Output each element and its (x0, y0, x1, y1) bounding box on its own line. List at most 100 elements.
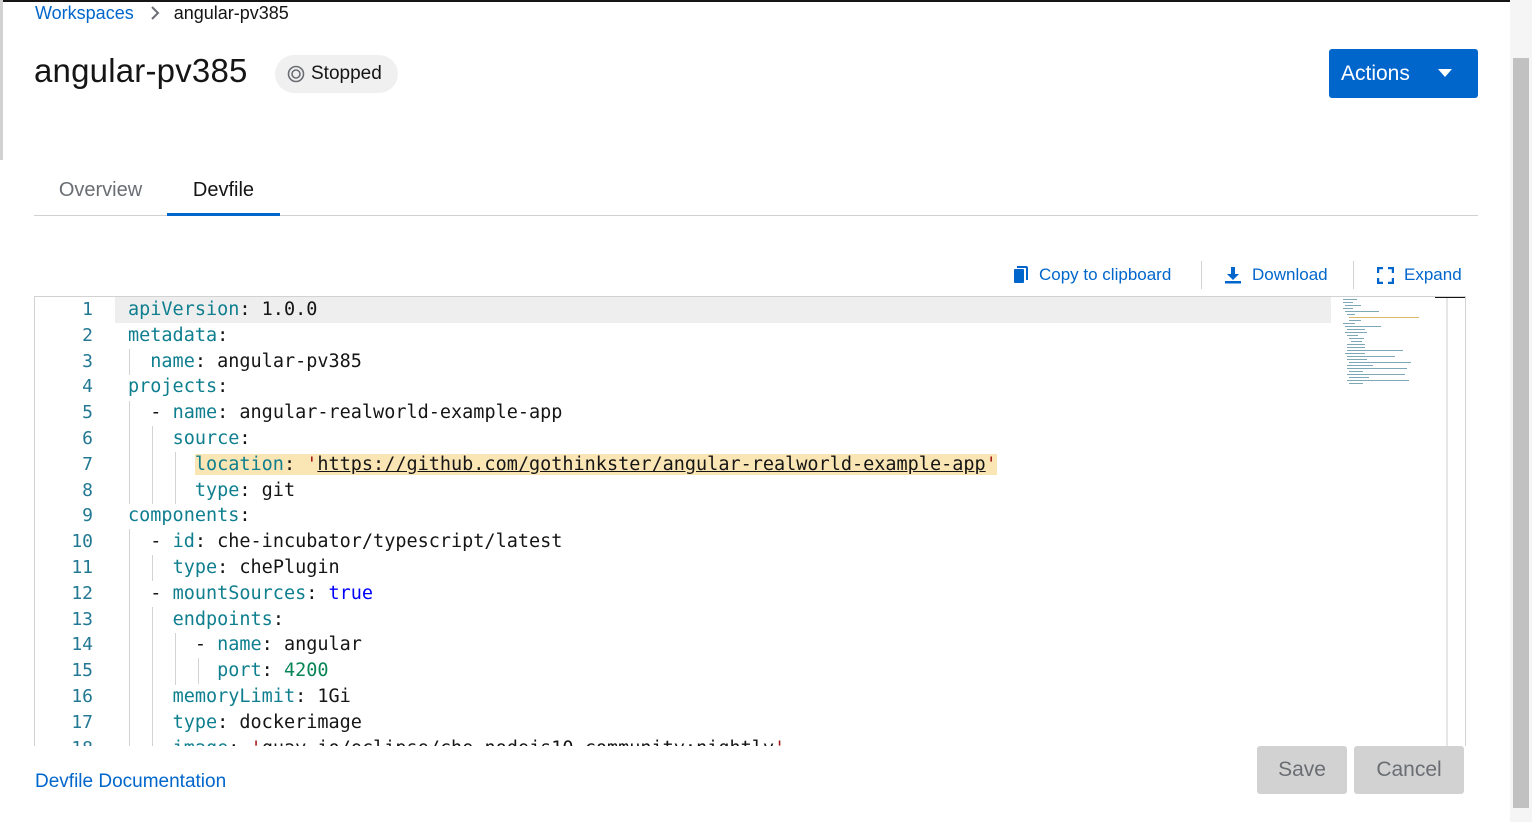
line-number: 9 (82, 505, 93, 527)
stopped-status-icon (287, 65, 305, 83)
toolbar-divider (1353, 261, 1354, 289)
line-number: 10 (71, 531, 93, 553)
code-line: - name: angular (128, 634, 362, 656)
expand-icon (1377, 266, 1394, 284)
tab-overview[interactable]: Overview (34, 165, 167, 215)
line-number: 11 (71, 557, 93, 578)
code-line: source: (172, 428, 251, 449)
yaml-number: 4200 (283, 660, 329, 682)
yaml-value: 1Gi (317, 686, 351, 707)
code-line: name: angular-pv385 (150, 350, 362, 372)
code-line: location: 'https://github.com/gothinkste… (128, 452, 997, 478)
code-line: type: git (194, 479, 296, 501)
yaml-value: git (261, 479, 296, 501)
yaml-key: image (173, 738, 229, 746)
copy-label: Copy to clipboard (1039, 265, 1172, 284)
window-left-edge (0, 0, 3, 160)
expand-button[interactable]: Expand (1377, 262, 1462, 288)
caret-down-icon (1438, 69, 1452, 77)
yaml-key: endpoints (172, 608, 273, 630)
cancel-button[interactable]: Cancel (1354, 746, 1464, 794)
yaml-key: name (217, 634, 262, 656)
copy-icon (1013, 266, 1029, 284)
page-title: angular-pv385 (34, 52, 248, 89)
yaml-key: location (194, 453, 284, 475)
yaml-key: id (172, 531, 195, 553)
yaml-key: metadata (128, 324, 218, 346)
line-number: 5 (82, 402, 93, 424)
code-line: - name: angular-realworld-example-app (128, 402, 563, 424)
yaml-boolean: true (328, 582, 374, 604)
line-number: 3 (82, 350, 93, 372)
toolbar-divider (1201, 261, 1202, 289)
actions-label: Actions (1341, 61, 1410, 85)
yaml-value: angular-realworld-example-app (239, 402, 563, 424)
code-line: metadata: (128, 324, 229, 346)
yaml-value: che-incubator/typescript/latest (217, 531, 563, 553)
yaml-key: type (172, 557, 218, 578)
line-number: 12 (71, 582, 93, 604)
code-line: type: chePlugin (172, 557, 340, 578)
tab-devfile[interactable]: Devfile (167, 165, 280, 216)
breadcrumb: Workspaces angular-pv385 (35, 2, 289, 24)
breadcrumb-current: angular-pv385 (173, 2, 289, 23)
editor-minimap[interactable] (1335, 297, 1445, 387)
breadcrumb-workspaces-link[interactable]: Workspaces (35, 3, 134, 24)
page-scrollbar-thumb[interactable] (1513, 58, 1529, 808)
yaml-value: angular (283, 634, 362, 656)
yaml-value: quay.io/eclipse/che-nodejs10-community:n… (262, 738, 774, 746)
code-line: apiVersion: 1.0.0 (128, 299, 318, 320)
line-number: 1 (82, 299, 93, 320)
search-match-highlight: location: 'https://github.com/gothinkste… (194, 453, 997, 475)
yaml-value: angular-pv385 (217, 350, 362, 372)
yaml-value: chePlugin (239, 557, 340, 578)
yaml-key: projects (128, 376, 218, 398)
yaml-key: type (172, 711, 218, 733)
line-number: 13 (71, 608, 93, 630)
line-number: 14 (71, 634, 93, 656)
yaml-url-value[interactable]: https://github.com/gothinkster/angular-r… (317, 454, 985, 475)
code-line: image: 'quay.io/eclipse/che-nodejs10-com… (128, 736, 786, 746)
code-line: projects: (128, 376, 229, 398)
line-number: 7 (82, 453, 93, 475)
download-icon (1224, 266, 1242, 284)
line-number: 15 (71, 660, 93, 682)
download-button[interactable]: Download (1224, 262, 1328, 288)
code-line: memoryLimit: 1Gi (172, 686, 351, 707)
yaml-key: name (172, 402, 218, 424)
code-line: endpoints: (172, 608, 284, 630)
line-number: 8 (82, 479, 93, 501)
devfile-code-editor[interactable]: 1 2 3 4 5 6 7 8 9 10 11 12 13 14 15 16 1… (34, 296, 1466, 746)
yaml-value: dockerimage (239, 711, 362, 733)
yaml-value: 1.0.0 (261, 299, 318, 320)
line-number: 4 (82, 376, 93, 398)
status-badge: Stopped (275, 55, 398, 93)
yaml-key: mountSources (172, 582, 307, 604)
editor-corner-border (1435, 297, 1465, 298)
line-number: 2 (82, 324, 93, 346)
line-number: 17 (71, 711, 93, 733)
status-label: Stopped (311, 63, 382, 84)
copy-to-clipboard-button[interactable]: Copy to clipboard (1013, 262, 1171, 288)
tab-bar: Overview Devfile (34, 165, 1478, 216)
download-label: Download (1252, 265, 1328, 284)
code-line: type: dockerimage (172, 711, 362, 733)
devfile-documentation-link[interactable]: Devfile Documentation (35, 771, 226, 793)
code-line: - id: che-incubator/typescript/latest (128, 531, 563, 553)
yaml-key: type (194, 479, 240, 501)
line-number: 16 (71, 686, 93, 707)
yaml-key: components (128, 505, 240, 527)
editor-scrollbar[interactable] (1446, 297, 1448, 746)
line-number: 18 (35, 736, 93, 746)
yaml-key: memoryLimit (172, 686, 296, 707)
expand-label: Expand (1404, 265, 1462, 284)
code-line: - mountSources: true (128, 582, 374, 604)
code-line: port: 4200 (217, 660, 329, 682)
yaml-key: port (217, 660, 262, 682)
code-line: components: (128, 505, 251, 527)
line-number: 6 (82, 428, 93, 449)
yaml-key: source (172, 428, 240, 449)
save-button[interactable]: Save (1257, 746, 1347, 794)
yaml-key: name (150, 350, 195, 372)
actions-dropdown-button[interactable]: Actions (1329, 49, 1478, 98)
